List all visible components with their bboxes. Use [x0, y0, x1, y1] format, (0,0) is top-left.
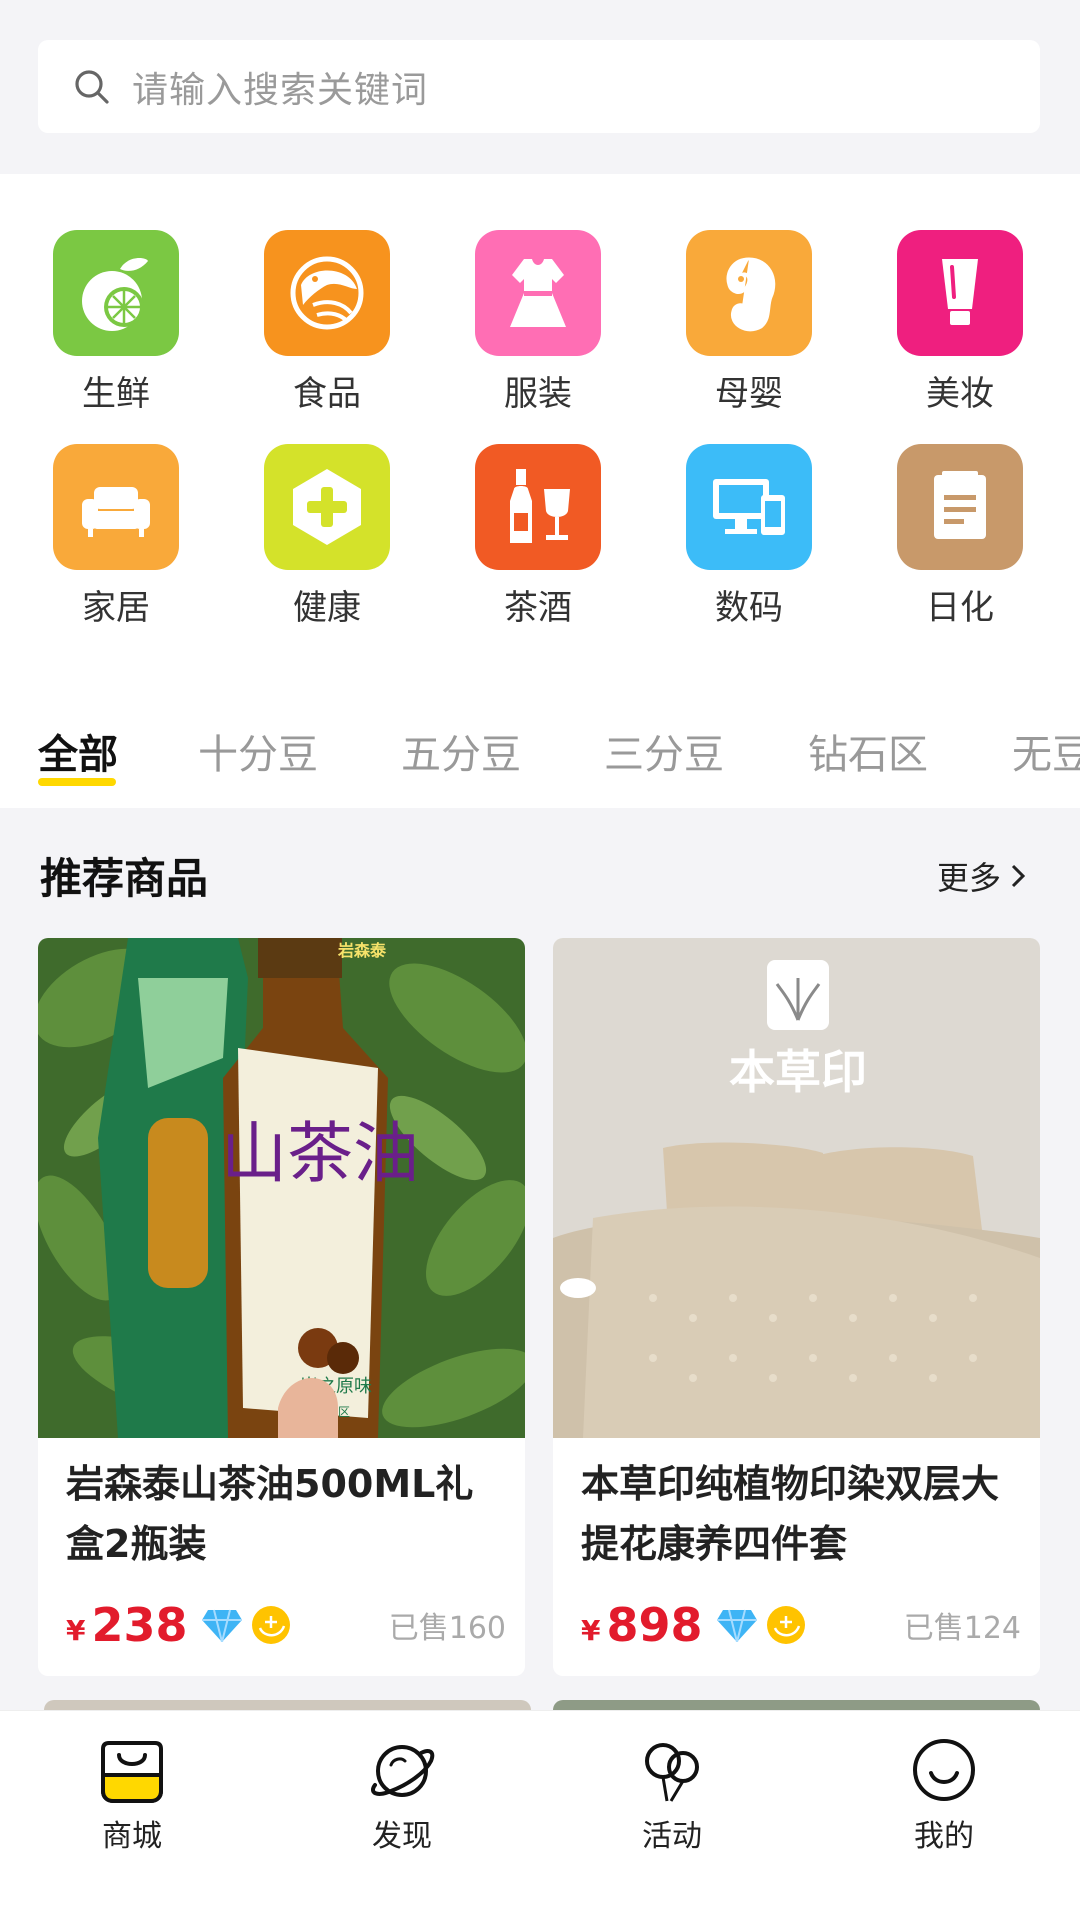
category-food[interactable]: 食品	[257, 230, 397, 420]
more-link[interactable]: 更多	[937, 853, 1031, 899]
nav-shop[interactable]: 商城	[62, 1735, 202, 1855]
balloons-icon	[645, 1743, 699, 1802]
search-icon	[72, 67, 112, 107]
category-label: 美妆	[926, 374, 994, 414]
category-label: 日化	[926, 588, 994, 628]
search-bar-area: 请输入搜索关键词	[0, 0, 1080, 174]
category-cosmetics[interactable]: 美妆	[890, 230, 1030, 420]
product-name: 本草印纯植物印染双层大提花康养四件套	[581, 1462, 1000, 1566]
tab-diamond-zone[interactable]: 钻石区	[808, 722, 928, 780]
tab-five-points[interactable]: 五分豆	[401, 722, 521, 780]
bean-coin-icon	[251, 1606, 290, 1644]
more-label: 更多	[937, 859, 1002, 897]
category-label: 食品	[293, 374, 361, 414]
product-image: 本草印	[553, 938, 1040, 1438]
tab-ten-points[interactable]: 十分豆	[198, 722, 318, 780]
diamond-icon	[201, 1609, 242, 1642]
shop-bag-icon	[101, 1741, 163, 1803]
nav-discover[interactable]: 发现	[332, 1735, 472, 1855]
health-cross-icon	[264, 444, 390, 570]
wine-icon	[475, 444, 601, 570]
bean-coin-icon	[766, 1606, 805, 1644]
sofa-icon	[53, 444, 179, 570]
nav-profile[interactable]: 我的	[874, 1735, 1014, 1855]
category-digital[interactable]: 数码	[679, 444, 819, 634]
devices-icon	[686, 444, 812, 570]
category-label: 服装	[504, 374, 572, 414]
nav-label: 商城	[102, 1819, 162, 1854]
product-price: 898	[606, 1598, 703, 1652]
tab-three-points[interactable]: 三分豆	[604, 722, 724, 780]
diamond-icon	[716, 1609, 757, 1642]
category-label: 数码	[715, 588, 783, 628]
price-row: ¥ 238 已售160	[66, 1598, 506, 1652]
search-placeholder: 请输入搜索关键词	[132, 69, 429, 111]
category-clothing[interactable]: 服装	[468, 230, 608, 420]
sold-count: 已售124	[903, 1611, 1021, 1646]
category-tea-wine[interactable]: 茶酒	[468, 444, 608, 634]
product-price: 238	[91, 1598, 188, 1652]
product-card[interactable]: 本草印 本草印纯植物印染双层大提花康养四件套 ¥ 898 已售124	[553, 938, 1040, 1676]
category-fresh[interactable]: 生鲜	[46, 230, 186, 420]
price-row: ¥ 898 已售124	[581, 1598, 1021, 1652]
active-tab-indicator	[38, 778, 116, 786]
baby-icon	[686, 230, 812, 356]
fruit-icon	[53, 230, 179, 356]
category-label: 生鲜	[82, 374, 150, 414]
section-title: 推荐商品	[40, 854, 209, 903]
shrimp-icon	[264, 230, 390, 356]
tab-all[interactable]: 全部	[38, 722, 118, 780]
filter-tabs: 全部 十分豆 五分豆 三分豆 钻石区 无豆	[0, 700, 1080, 808]
tab-no-points[interactable]: 无豆	[1012, 722, 1080, 780]
category-label: 家居	[82, 588, 150, 628]
product-card[interactable]: 山茶油 岩之原味 来自革命老区 岩森泰 岩森泰山茶油500ML礼盒2瓶装 ¥ 2…	[38, 938, 525, 1676]
nav-label: 发现	[372, 1819, 432, 1854]
product-image-brand: 岩森泰	[337, 941, 387, 960]
category-label: 茶酒	[504, 588, 572, 628]
category-daily-chemicals[interactable]: 日化	[890, 444, 1030, 634]
product-name: 岩森泰山茶油500ML礼盒2瓶装	[66, 1462, 474, 1566]
nav-label: 活动	[642, 1819, 702, 1854]
product-image: 山茶油 岩之原味 来自革命老区 岩森泰	[38, 938, 525, 1438]
sold-count: 已售160	[388, 1611, 506, 1646]
planet-icon	[371, 1745, 435, 1797]
nav-events[interactable]: 活动	[602, 1735, 742, 1855]
category-home[interactable]: 家居	[46, 444, 186, 634]
document-icon	[897, 444, 1023, 570]
product-image-text: 山茶油	[221, 1118, 419, 1191]
smile-icon	[913, 1739, 975, 1801]
chevron-right-icon	[1011, 864, 1026, 888]
cosmetics-icon	[897, 230, 1023, 356]
search-input[interactable]: 请输入搜索关键词	[38, 40, 1040, 133]
category-label: 健康	[293, 588, 361, 628]
dress-icon	[475, 230, 601, 356]
category-health[interactable]: 健康	[257, 444, 397, 634]
category-label: 母婴	[715, 374, 783, 414]
nav-label: 我的	[914, 1819, 974, 1854]
currency-symbol: ¥	[66, 1613, 86, 1647]
product-image-text: 本草印	[729, 1045, 867, 1099]
currency-symbol: ¥	[581, 1613, 601, 1647]
category-baby[interactable]: 母婴	[679, 230, 819, 420]
bottom-navigation: 商城 发现 活动 我的	[0, 1710, 1080, 1920]
